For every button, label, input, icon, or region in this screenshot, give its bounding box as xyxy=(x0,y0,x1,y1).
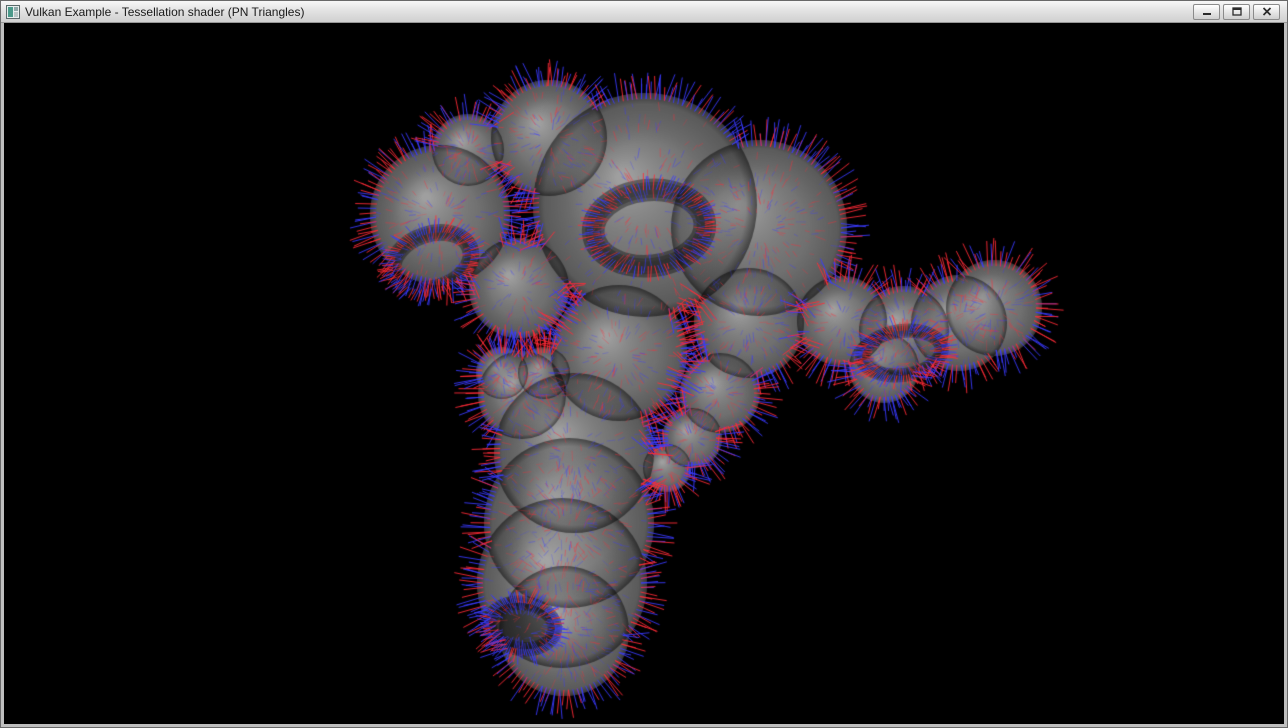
maximize-icon xyxy=(1232,4,1242,19)
render-canvas[interactable] xyxy=(4,23,1284,724)
app-window: Vulkan Example - Tessellation shader (PN… xyxy=(0,0,1288,728)
app-icon xyxy=(6,5,20,19)
minimize-button[interactable] xyxy=(1193,4,1220,20)
close-icon xyxy=(1262,4,1272,19)
maximize-button[interactable] xyxy=(1223,4,1250,20)
window-title: Vulkan Example - Tessellation shader (PN… xyxy=(25,5,304,19)
close-button[interactable] xyxy=(1253,4,1280,20)
minimize-icon xyxy=(1202,4,1212,19)
window-controls xyxy=(1193,4,1282,20)
titlebar[interactable]: Vulkan Example - Tessellation shader (PN… xyxy=(1,1,1287,23)
render-viewport xyxy=(4,23,1284,724)
